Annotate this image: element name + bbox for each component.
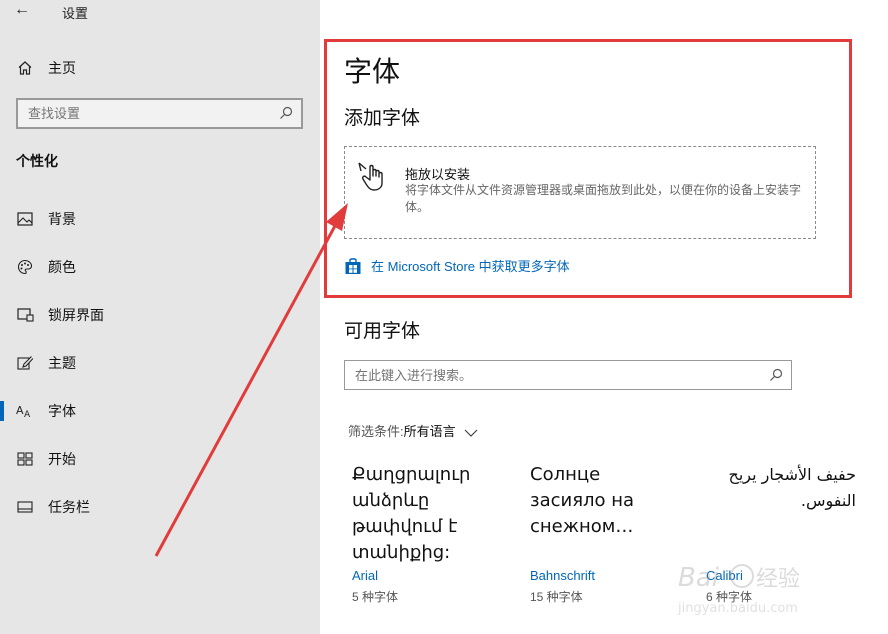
svg-text:A: A (16, 404, 24, 417)
font-card-bahnschrift[interactable]: Солнце засияло на снежном… Bahnschrift 1… (530, 462, 690, 604)
sidebar-item-taskbar[interactable]: 任务栏 (0, 492, 320, 522)
font-search-input[interactable] (345, 361, 755, 389)
hand-pointer-icon (357, 159, 391, 193)
chevron-down-icon[interactable] (464, 426, 478, 437)
drop-zone-title: 拖放以安装 (405, 167, 471, 182)
store-bag-icon (344, 257, 362, 275)
main-content: 字体 添加字体 拖放以安装 将字体文件从文件资源管理器或桌面拖放到此处，以便在你… (320, 0, 888, 634)
font-sample: Солнце засияло на снежном… (530, 464, 635, 537)
font-count: 5 种字体 (352, 590, 399, 604)
font-card-calibri[interactable]: حفيف الأشجار يريح النفوس. Calibri 6 种字体 (706, 462, 866, 604)
add-fonts-heading: 添加字体 (344, 108, 421, 129)
font-sample: حفيف الأشجار يريح النفوس. (728, 465, 856, 510)
palette-icon (16, 258, 34, 276)
lock-screen-icon (16, 306, 34, 324)
active-indicator (0, 401, 4, 421)
settings-search-input[interactable] (18, 100, 268, 127)
filter-value[interactable]: 所有语言 (404, 421, 456, 440)
section-title: 个性化 (16, 153, 58, 169)
back-button[interactable]: ← (14, 0, 38, 20)
font-card-arial[interactable]: Քաղցրալուր անձրևը թափվում է տանիքից: Ari… (352, 462, 512, 604)
filter-label: 筛选条件: (348, 424, 404, 439)
sidebar-item-label: 背景 (48, 211, 76, 227)
image-icon (16, 210, 34, 228)
font-count: 6 种字体 (706, 590, 753, 604)
font-count: 15 种字体 (530, 590, 583, 604)
sidebar-item-background[interactable]: 背景 (0, 204, 320, 234)
language-filter[interactable]: 筛选条件: 所有语言 (348, 421, 478, 440)
page-title: 字体 (344, 56, 401, 87)
title-bar: ← 设置 (0, 0, 320, 22)
store-link-label[interactable]: 在 Microsoft Store 中获取更多字体 (371, 256, 570, 275)
sidebar-item-label: 颜色 (48, 259, 76, 275)
sidebar-item-colors[interactable]: 颜色 (0, 252, 320, 282)
font-card-partial[interactable] (880, 470, 888, 590)
taskbar-icon (16, 498, 34, 516)
sidebar-item-label: 锁屏界面 (48, 307, 104, 323)
available-fonts-heading: 可用字体 (344, 321, 421, 342)
sidebar-item-fonts[interactable]: AA 字体 (0, 396, 320, 426)
sidebar-item-label: 开始 (48, 451, 76, 467)
sidebar-item-home[interactable]: 主页 (16, 57, 76, 79)
font-name: Calibri (706, 568, 743, 583)
sidebar-item-label: 主题 (48, 355, 76, 371)
sidebar-item-lock-screen[interactable]: 锁屏界面 (0, 300, 320, 330)
drop-zone-description: 将字体文件从文件资源管理器或桌面拖放到此处，以便在你的设备上安装字体。 (405, 183, 802, 214)
sidebar: ← 设置 主页 个性化 背景 颜色 锁屏界面 主 (0, 0, 320, 634)
sidebar-item-start[interactable]: 开始 (0, 444, 320, 474)
sidebar-item-themes[interactable]: 主题 (0, 348, 320, 378)
app-title: 设置 (62, 6, 89, 21)
search-icon[interactable] (769, 368, 783, 382)
home-icon (16, 59, 34, 77)
sidebar-item-label: 字体 (48, 403, 76, 419)
theme-brush-icon (16, 354, 34, 372)
sidebar-item-label: 主页 (48, 60, 76, 76)
settings-search[interactable] (16, 98, 303, 129)
font-search-box[interactable] (344, 360, 792, 390)
search-icon[interactable] (279, 106, 293, 120)
sidebar-item-label: 任务栏 (48, 499, 90, 515)
microsoft-store-link[interactable]: 在 Microsoft Store 中获取更多字体 (344, 256, 570, 275)
font-icon: AA (16, 402, 34, 420)
font-name: Arial (352, 568, 379, 583)
font-drop-zone[interactable]: 拖放以安装 将字体文件从文件资源管理器或桌面拖放到此处，以便在你的设备上安装字体… (344, 146, 816, 239)
font-name: Bahnschrift (530, 568, 596, 583)
svg-text:A: A (24, 410, 31, 419)
start-tiles-icon (16, 450, 34, 468)
font-sample: Քաղցրալուր անձրևը թափվում է տանիքից: (352, 464, 471, 563)
